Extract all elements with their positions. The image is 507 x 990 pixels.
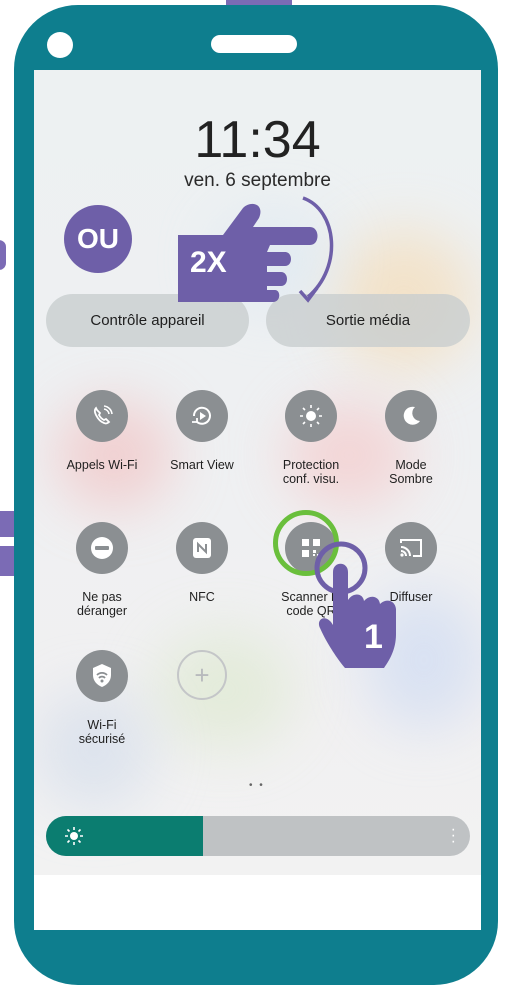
decorative-bar-left	[0, 511, 14, 537]
tile-wifi-calling[interactable]: Appels Wi-Fi	[47, 390, 157, 472]
eye-comfort-icon	[285, 390, 337, 442]
lock-date: ven. 6 septembre	[184, 170, 331, 191]
tile-label: Appels Wi-Fi	[66, 458, 138, 472]
tile-label: Protection conf. visu.	[282, 458, 340, 486]
tile-label: Mode Sombre	[389, 458, 433, 486]
brightness-slider[interactable]: · · ·	[46, 816, 470, 856]
plus-icon: +	[177, 650, 227, 700]
tile-secure-wifi[interactable]: Wi-Fi sécurisé	[47, 650, 157, 746]
add-tile-button[interactable]: +	[177, 650, 227, 700]
tile-label: NFC	[189, 590, 215, 604]
double-tap-label: 2X	[190, 246, 227, 279]
bottom-bar	[34, 875, 481, 930]
front-camera	[47, 32, 73, 58]
tile-dark-mode[interactable]: Mode Sombre	[356, 390, 466, 486]
page-indicator: • •	[249, 780, 265, 791]
tile-label: Wi-Fi sécurisé	[78, 718, 126, 746]
wifi-call-icon	[76, 390, 128, 442]
secure-wifi-icon	[76, 650, 128, 702]
moon-icon	[385, 390, 437, 442]
tile-eye-comfort[interactable]: Protection conf. visu.	[256, 390, 366, 486]
earpiece-speaker	[211, 35, 297, 53]
tile-label: Ne pas déranger	[76, 590, 128, 618]
nfc-icon	[176, 522, 228, 574]
tile-nfc[interactable]: NFC	[147, 522, 257, 604]
step-number-label: 1	[364, 618, 383, 656]
do-not-disturb-icon	[76, 522, 128, 574]
sun-icon	[65, 827, 83, 845]
decorative-pill-left	[0, 240, 6, 270]
tap-hand-icon	[314, 541, 396, 668]
tile-do-not-disturb[interactable]: Ne pas déranger	[47, 522, 157, 618]
smart-view-icon	[176, 390, 228, 442]
tile-label: Smart View	[170, 458, 234, 472]
tile-smart-view[interactable]: Smart View	[147, 390, 257, 472]
brightness-options-icon[interactable]: · · ·	[451, 822, 456, 850]
or-badge: OU	[64, 205, 132, 273]
decorative-bar-left	[0, 546, 14, 576]
lock-clock: 11:34	[194, 111, 321, 169]
